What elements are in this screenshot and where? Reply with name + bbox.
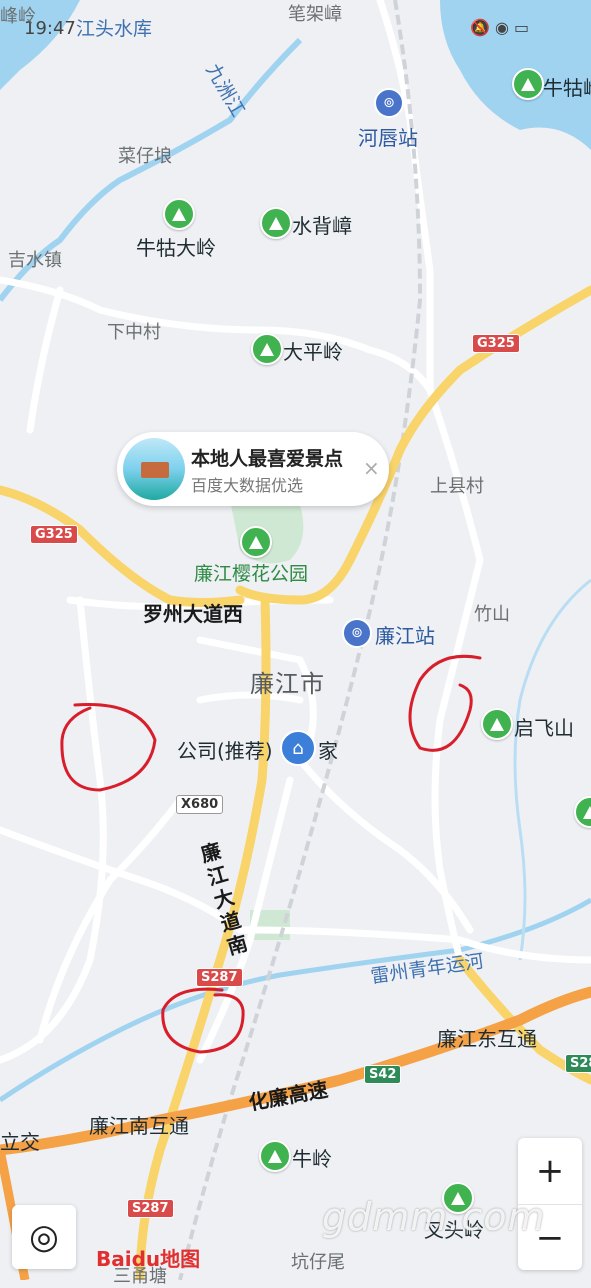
mountain-pin-icon[interactable] [260, 207, 292, 239]
label-fengling: 峰岭 [0, 6, 36, 27]
baidu-logo-text: Baidu地图 [96, 1247, 201, 1271]
label-kengzaiwei: 坑仔尾 [291, 1252, 345, 1273]
route-shield-s42: S42 [364, 1065, 402, 1084]
mountain-pin-icon[interactable] [163, 198, 195, 230]
label-bijiazhang: 笔架嶂 [288, 4, 342, 25]
label-hechun-station[interactable]: 河唇站 [358, 122, 418, 151]
river-east [513, 578, 591, 961]
route-shield-x680: X680 [176, 795, 224, 814]
watermark: gdmm.com [322, 1195, 546, 1239]
label-zhushan: 竹山 [474, 604, 510, 625]
label-niuling[interactable]: 牛岭 [292, 1143, 332, 1172]
label-luozhou-road: 罗州大道西 [143, 602, 243, 626]
label-lijiao[interactable]: 立交 [0, 1126, 40, 1155]
train-station-icon[interactable]: ⊚ [374, 88, 404, 118]
mountain-pin-icon[interactable] [259, 1140, 291, 1172]
route-shield-s287-bottom: S287 [127, 1199, 174, 1218]
home-icon[interactable]: ⌂ [280, 730, 316, 766]
label-qifeishan[interactable]: 启飞山 [514, 712, 574, 741]
label-shangxian-village: 上县村 [430, 476, 484, 497]
close-icon[interactable]: × [363, 456, 380, 480]
park-pin-icon[interactable] [240, 526, 272, 558]
label-park[interactable]: 廉江樱花公园 [194, 559, 308, 586]
label-waishui-reservoir: 江头水库 [76, 18, 153, 40]
label-lianjiang-south-interchange[interactable]: 廉江南互通 [89, 1110, 189, 1139]
route-shield-s28: S28 [565, 1054, 591, 1073]
label-dapingling[interactable]: 大平岭 [283, 336, 343, 365]
label-niugu-ling[interactable]: 牛牯岭 [543, 72, 591, 101]
status-icons: 🔕 ◉ ▭ [470, 18, 530, 37]
scenic-thumbnail [123, 438, 185, 500]
baidu-map-logo: Baidu地图 [96, 1243, 200, 1272]
promo-card[interactable]: 本地人最喜爱景点 百度大数据优选 × [117, 432, 389, 506]
label-lianjiang-city: 廉江市 [250, 670, 325, 698]
bench-icon [141, 462, 169, 478]
label-shuibeizhang[interactable]: 水背嶂 [292, 210, 352, 239]
promo-title: 本地人最喜爱景点 [191, 448, 344, 470]
label-company[interactable]: 公司(推荐) [177, 735, 273, 764]
locate-button[interactable]: ◎ [12, 1205, 76, 1269]
label-niugu-daling[interactable]: 牛牯大岭 [136, 232, 216, 261]
promo-subtitle: 百度大数据优选 [191, 476, 304, 495]
mountain-pin-icon[interactable] [481, 708, 513, 740]
label-xiazhong-village: 下中村 [107, 322, 161, 343]
annotation-circle-left [60, 702, 157, 792]
label-home[interactable]: 家 [318, 735, 338, 764]
mountain-pin-icon[interactable] [251, 333, 283, 365]
label-lianjiang-east-interchange[interactable]: 廉江东互通 [437, 1023, 537, 1052]
label-caizailang: 菜仔埌 [118, 146, 172, 167]
route-shield-g325-left: G325 [30, 525, 78, 544]
mountain-pin-icon[interactable] [512, 68, 544, 100]
route-shield-s287: S287 [196, 968, 243, 987]
label-lianjiang-station[interactable]: 廉江站 [375, 620, 435, 649]
route-shield-g325: G325 [472, 334, 520, 353]
train-station-icon[interactable]: ⊚ [342, 618, 372, 648]
locate-icon: ◎ [29, 1217, 59, 1257]
label-jishui-town: 吉水镇 [8, 250, 62, 271]
